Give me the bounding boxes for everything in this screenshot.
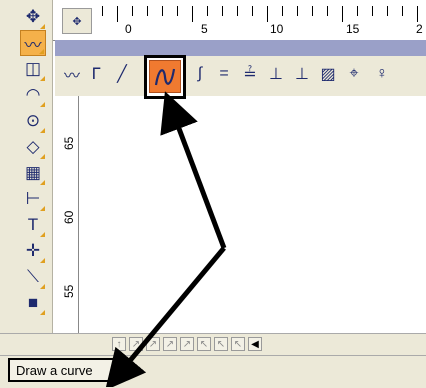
arrow-to-status-text bbox=[105, 246, 226, 387]
annotation-arrows bbox=[105, 91, 227, 387]
arrow-to-curve-button bbox=[160, 91, 227, 249]
